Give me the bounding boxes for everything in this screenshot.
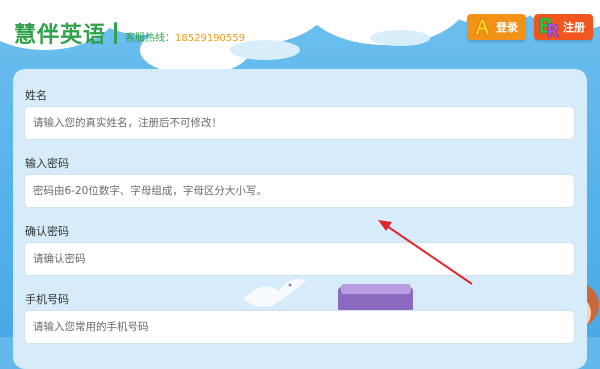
annotation-arrow: [378, 220, 473, 285]
